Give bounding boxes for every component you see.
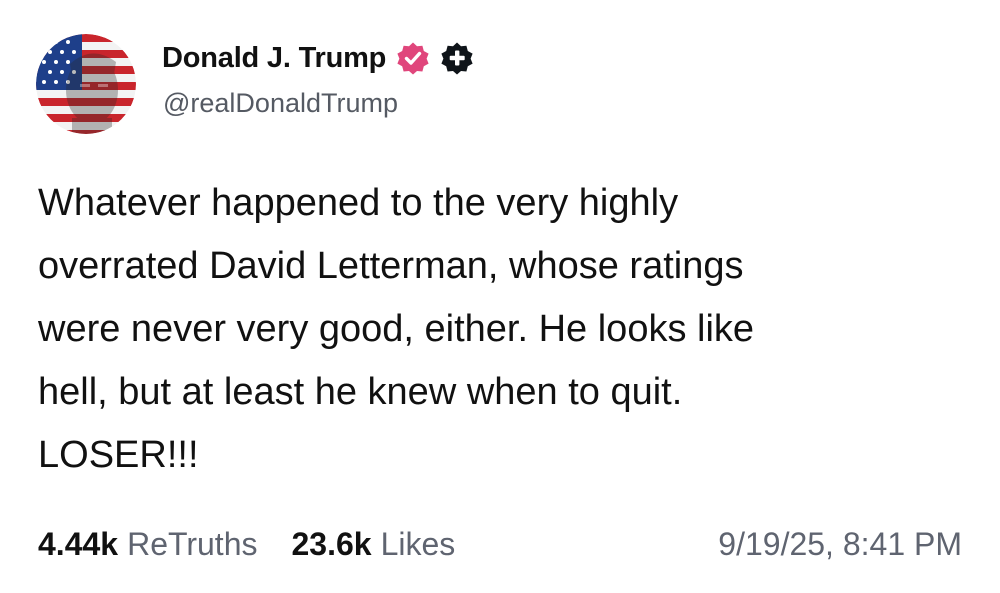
likes-count: 23.6k: [291, 525, 372, 562]
post-timestamp: 9/19/25, 8:41 PM: [718, 526, 962, 562]
post-stats: 4.44k ReTruths 23.6k Likes: [38, 522, 455, 566]
likes-label[interactable]: Likes: [381, 526, 456, 563]
retruths-label[interactable]: ReTruths: [127, 526, 257, 563]
truth-post: Donald J. Trump @realDonaldTrump Whateve…: [0, 0, 1000, 593]
user-handle[interactable]: @realDonaldTrump: [163, 88, 398, 119]
avatar-flag-image: [36, 34, 136, 134]
display-name[interactable]: Donald J. Trump: [162, 42, 386, 75]
author-row: Donald J. Trump: [162, 38, 474, 78]
post-body: Whatever happened to the very highly ove…: [38, 182, 755, 476]
avatar[interactable]: [36, 34, 136, 134]
verified-badge-icon: [397, 42, 429, 75]
retruths-count: 4.44k: [38, 525, 119, 562]
plus-badge-icon: [441, 42, 473, 75]
